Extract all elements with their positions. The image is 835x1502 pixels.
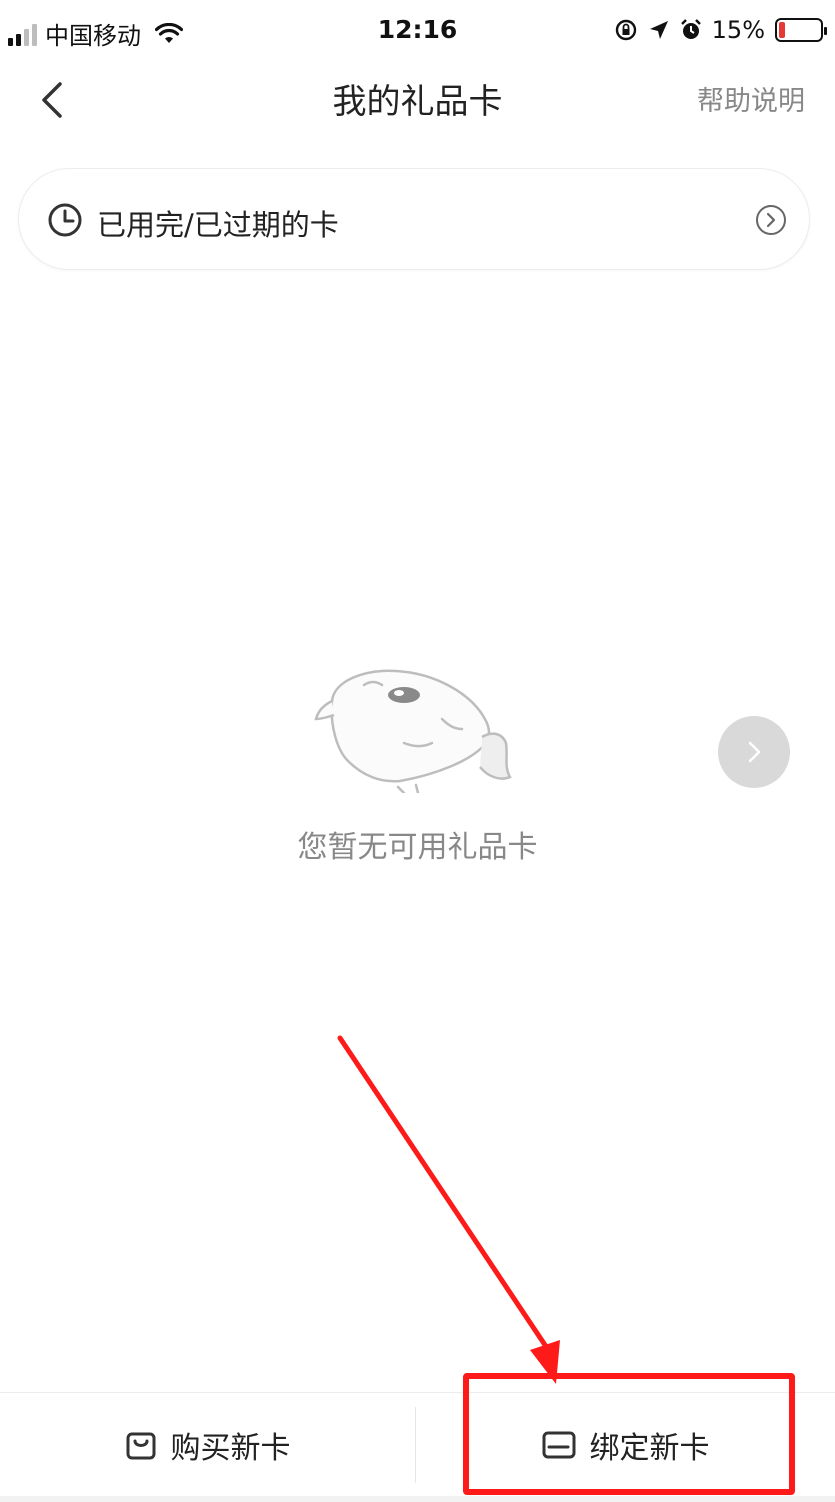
- empty-state-message: 您暂无可用礼品卡: [297, 830, 538, 865]
- alarm-icon: [680, 19, 701, 39]
- status-right: 15%: [614, 16, 827, 44]
- shopping-bag-icon: [126, 1432, 155, 1460]
- buy-new-card-label: 购买新卡: [170, 1431, 291, 1466]
- nav-bar: 我的礼品卡 帮助说明: [0, 62, 835, 132]
- clock-icon: [48, 203, 82, 237]
- screen: 中国移动 12:16 15% 我的礼品卡 帮助说明 已用完/已过期的卡 您暂无可…: [0, 0, 835, 1502]
- chevron-right-circle-icon: [756, 205, 786, 235]
- location-arrow-icon: [649, 21, 668, 39]
- mascot-icon: [314, 669, 512, 793]
- expired-cards-row[interactable]: 已用完/已过期的卡: [18, 168, 810, 270]
- status-bar: 中国移动 12:16 15%: [0, 0, 835, 62]
- chevron-right-icon: [748, 741, 761, 763]
- battery-icon: [775, 18, 827, 42]
- help-link[interactable]: 帮助说明: [697, 79, 805, 118]
- rotation-lock-icon: [615, 19, 636, 41]
- floating-next-button[interactable]: [718, 716, 790, 788]
- bottom-strip: [0, 1496, 835, 1502]
- battery-percent: 15%: [711, 16, 765, 44]
- buy-new-card-button[interactable]: 购买新卡: [0, 1393, 415, 1497]
- expired-cards-label: 已用完/已过期的卡: [97, 208, 339, 242]
- annotation-highlight-box: [463, 1373, 795, 1495]
